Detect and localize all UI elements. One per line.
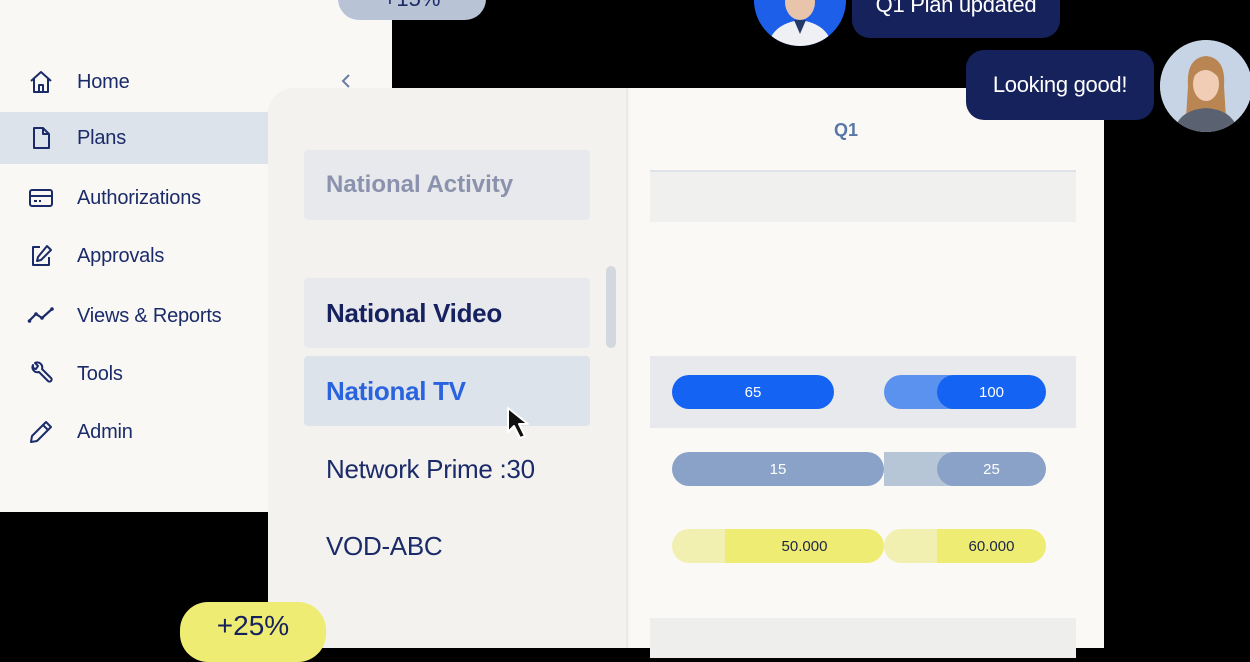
sidebar-item-label: Plans (77, 126, 127, 149)
chat-message-text: Q1 Plan updated (875, 0, 1037, 17)
chevron-left-icon (341, 74, 350, 88)
header-row-cell (650, 172, 1076, 222)
pencil-icon (27, 418, 55, 446)
card-icon (27, 184, 55, 212)
sidebar-item-tools[interactable]: Tools (0, 348, 268, 400)
timeline-panel: Q1 65 100 15 25 50.000 60.000 (630, 88, 1104, 658)
next-row-band (650, 618, 1076, 658)
sidebar-item-approvals[interactable]: Approvals (0, 230, 268, 282)
column-header-q1: Q1 (833, 120, 858, 140)
bar-value: 15 (769, 460, 787, 478)
bar-tv-left[interactable]: 65 (672, 375, 834, 409)
change-badge-top: +15% (338, 0, 486, 20)
sidebar-item-label: Views & Reports (77, 304, 222, 327)
mouse-cursor-icon (507, 407, 529, 439)
wrench-icon (27, 360, 55, 388)
bar-value: 100 (978, 383, 1005, 401)
bar-tv-right[interactable]: 100 (937, 375, 1046, 409)
avatar-woman (1160, 40, 1250, 132)
chat-message-2: Looking good! (966, 50, 1154, 120)
row-national-video[interactable]: National Video (304, 278, 590, 348)
bar-network-left[interactable]: 15 (672, 452, 884, 486)
bar-vod-left[interactable]: 50.000 (725, 529, 884, 563)
sidebar-item-label: Tools (77, 362, 123, 385)
row-label: National Video (326, 297, 502, 328)
sidebar-item-label: Home (77, 70, 130, 93)
row-label: National Activity (326, 171, 514, 198)
home-icon (27, 68, 55, 96)
bar-value: 60.000 (968, 537, 1015, 555)
row-network-prime[interactable]: Network Prime :30 (326, 454, 535, 485)
row-label: National TV (326, 375, 466, 406)
sidebar-item-plans[interactable]: Plans (0, 112, 268, 164)
plan-card: National Activity National Video Nationa… (268, 88, 1104, 658)
file-icon (27, 124, 55, 152)
sidebar-item-views-reports[interactable]: Views & Reports (0, 290, 268, 342)
edit-square-icon (27, 242, 55, 270)
bar-value: 25 (983, 460, 1000, 478)
bar-vod-right[interactable]: 60.000 (937, 529, 1046, 563)
row-national-activity[interactable]: National Activity (304, 150, 590, 220)
sidebar-item-authorizations[interactable]: Authorizations (0, 172, 268, 224)
sidebar-item-home[interactable]: Home (0, 56, 268, 108)
sidebar-item-label: Authorizations (77, 186, 201, 209)
change-badge-bottom: +25% (180, 602, 326, 662)
change-badge-text: +25% (216, 610, 290, 641)
sidebar-item-label: Admin (77, 420, 133, 443)
scrollbar[interactable] (606, 266, 616, 348)
sidebar-item-admin[interactable]: Admin (0, 406, 268, 458)
avatar-man (754, 0, 846, 46)
chat-message-text: Looking good! (992, 72, 1128, 97)
change-badge-text: +15% (384, 0, 441, 12)
trend-line-icon (27, 302, 55, 330)
bar-value: 65 (744, 383, 762, 401)
plan-rows-panel: National Activity National Video Nationa… (268, 88, 628, 648)
bar-value: 50.000 (781, 537, 828, 555)
panel-divider (626, 88, 628, 648)
bar-network-right[interactable]: 25 (937, 452, 1046, 486)
row-national-tv[interactable]: National TV (304, 356, 590, 426)
sidebar-item-label: Approvals (77, 244, 165, 267)
chat-message-1: Q1 Plan updated (852, 0, 1060, 38)
row-vod-abc[interactable]: VOD-ABC (326, 531, 443, 562)
